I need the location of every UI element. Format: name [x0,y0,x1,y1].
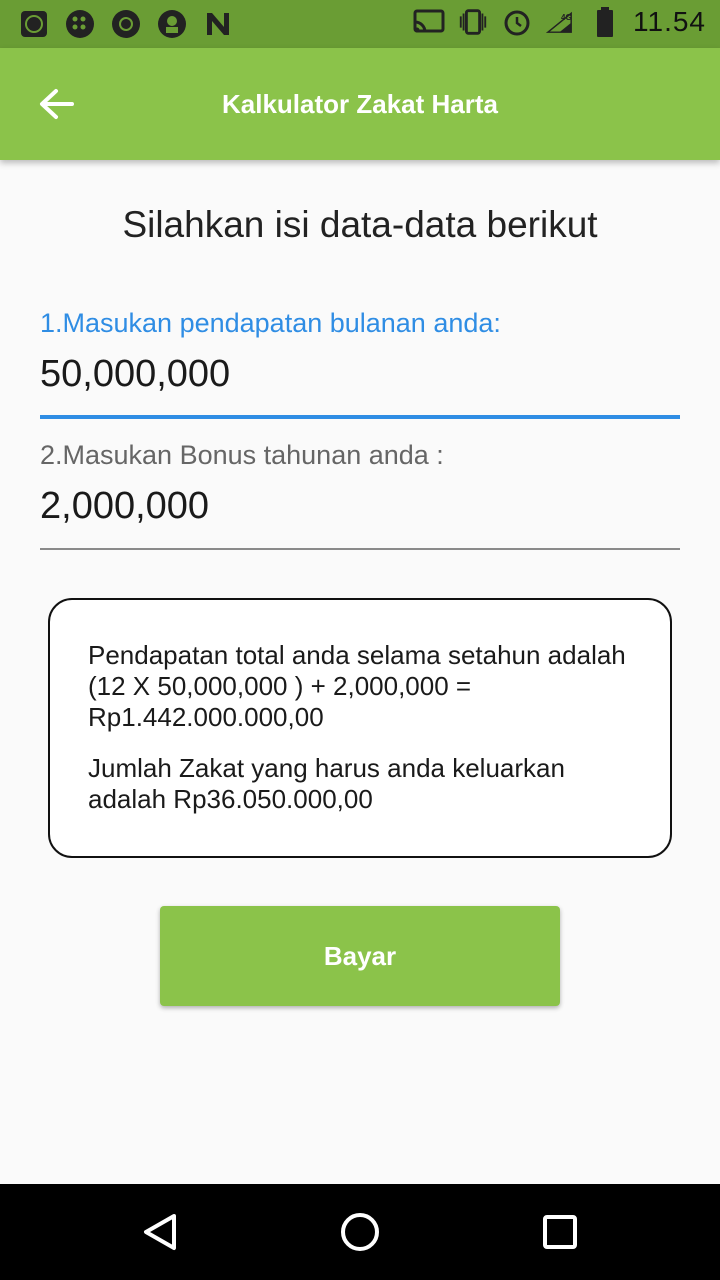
cast-icon [413,6,445,38]
blackberry-icon [64,8,96,40]
status-bar: 4G 11.54 [0,0,720,48]
form-heading: Silahkan isi data-data berikut [122,204,598,245]
zakat-amount-text: Jumlah Zakat yang harus anda keluarkan a… [88,753,565,814]
alarm-icon [501,6,533,38]
monthly-income-field[interactable]: 1.Masukan pendapatan bulanan anda: [40,308,680,420]
monthly-income-label: 1.Masukan pendapatan bulanan anda: [40,308,501,338]
signal-icon: 4G [545,6,577,38]
page-title: Kalkulator Zakat Harta [222,89,498,119]
status-time: 11.54 [633,6,706,37]
annual-bonus-underline [40,548,680,550]
app-icon-1 [18,8,50,40]
navigation-bar [0,1184,720,1280]
app-bar: Kalkulator Zakat Harta [0,48,720,160]
annual-bonus-label: 2.Masukan Bonus tahunan anda : [40,440,444,470]
nav-recents-button[interactable] [536,1208,584,1256]
network-type-label: 4G [561,13,572,22]
result-card: Pendapatan total anda selama setahun ada… [48,598,672,858]
total-income-text: Pendapatan total anda selama setahun ada… [88,640,626,732]
monthly-income-input[interactable] [40,353,680,396]
battery-icon [589,6,621,38]
annual-bonus-field[interactable]: 2.Masukan Bonus tahunan anda : [40,440,680,552]
home-circle-icon [341,1213,379,1251]
camera-aperture-icon [110,8,142,40]
notification-icons [18,8,234,40]
pay-button[interactable]: Bayar [160,906,560,1006]
system-icons: 4G 11.54 [413,6,706,38]
annual-bonus-input[interactable] [40,485,680,528]
n-icon [202,8,234,40]
back-triangle-icon [144,1214,176,1250]
monthly-income-underline [40,415,680,419]
nav-home-button[interactable] [336,1208,384,1256]
vibrate-icon [457,6,489,38]
nav-back-button[interactable] [136,1208,184,1256]
recents-square-icon [543,1215,577,1249]
app-icon-4 [156,8,188,40]
